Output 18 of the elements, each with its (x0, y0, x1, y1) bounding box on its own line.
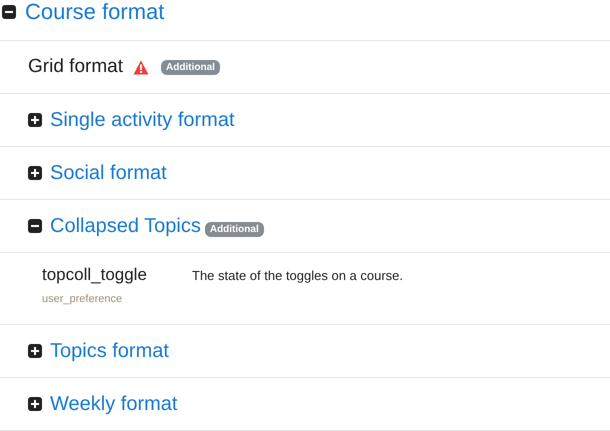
section-heading[interactable]: Collapsed Topics (50, 214, 201, 238)
expand-icon[interactable] (28, 344, 42, 358)
collapse-icon[interactable] (2, 5, 16, 19)
section-heading[interactable]: Single activity format (50, 108, 235, 132)
section-title[interactable]: Course format (25, 0, 164, 25)
expand-icon[interactable] (28, 397, 42, 411)
setting-type: user_preference (42, 293, 124, 305)
setting-name: topcoll_toggle (42, 265, 148, 285)
collapse-icon[interactable] (28, 219, 42, 233)
section-heading[interactable]: Social format (50, 162, 167, 184)
expand-icon[interactable] (28, 113, 42, 127)
setting-description: The state of the toggles on a course. (192, 268, 404, 285)
expand-icon[interactable] (28, 166, 42, 180)
status-badge: Additional (161, 60, 220, 74)
section-heading[interactable]: Weekly format (50, 392, 178, 416)
plugin-name: Grid format (28, 56, 124, 78)
section-heading[interactable]: Topics format (50, 340, 169, 362)
status-badge: Additional (204, 222, 264, 236)
